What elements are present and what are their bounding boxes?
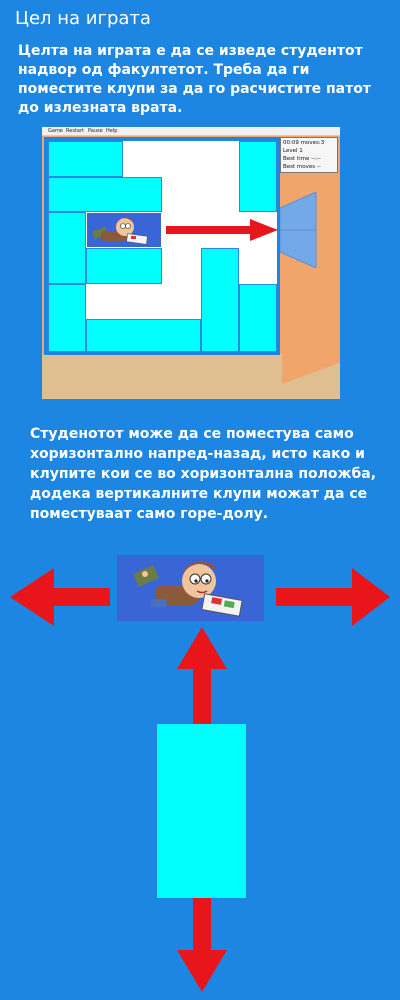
hud-level: Level 1 bbox=[283, 148, 303, 154]
student-tile-large bbox=[117, 555, 264, 621]
exit-door-icon bbox=[280, 192, 317, 268]
menu-help[interactable]: Help bbox=[106, 127, 117, 135]
room-floor-corner bbox=[282, 349, 340, 399]
vertical-bench-block bbox=[157, 724, 246, 898]
arrow-up-icon bbox=[177, 627, 227, 727]
game-screenshot: Game Restart Pause Help 00:09 moves:3 Le… bbox=[42, 127, 340, 399]
bench-block[interactable] bbox=[48, 284, 86, 352]
arrow-left-icon bbox=[10, 568, 110, 626]
student-reading-icon bbox=[133, 561, 243, 617]
bench-block[interactable] bbox=[239, 141, 277, 212]
bench-block[interactable] bbox=[48, 141, 123, 177]
hud-panel: 00:09 moves:3 Level 1 Best time --:-- Be… bbox=[280, 137, 338, 173]
bench-block[interactable] bbox=[48, 177, 162, 212]
page-heading: Цел на играта bbox=[15, 8, 151, 29]
game-menubar: Game Restart Pause Help bbox=[42, 127, 340, 136]
student-reading-icon bbox=[92, 218, 148, 245]
hud-best-time: Best time --:-- bbox=[283, 156, 321, 162]
bench-block[interactable] bbox=[201, 248, 239, 352]
bench-block[interactable] bbox=[239, 284, 277, 352]
bench-block[interactable] bbox=[86, 319, 201, 352]
bench-block[interactable] bbox=[48, 212, 86, 284]
menu-pause[interactable]: Pause bbox=[88, 127, 103, 135]
arrow-right-icon bbox=[276, 568, 390, 626]
hud-time: 00:09 bbox=[283, 140, 299, 146]
game-board bbox=[48, 141, 278, 352]
hud-best-moves: Best moves -- bbox=[283, 164, 321, 170]
bench-block[interactable] bbox=[86, 248, 162, 284]
student-tile[interactable] bbox=[87, 213, 161, 247]
hud-moves: moves:3 bbox=[300, 140, 325, 146]
menu-game[interactable]: Game bbox=[48, 127, 63, 135]
arrow-right-icon bbox=[166, 219, 278, 241]
menu-restart[interactable]: Restart bbox=[66, 127, 84, 135]
arrow-down-icon bbox=[177, 898, 227, 992]
goal-description: Целта на играта е да се изведе студентот… bbox=[18, 43, 371, 116]
movement-instructions: Студенотот може да се поместува само хор… bbox=[30, 426, 377, 522]
